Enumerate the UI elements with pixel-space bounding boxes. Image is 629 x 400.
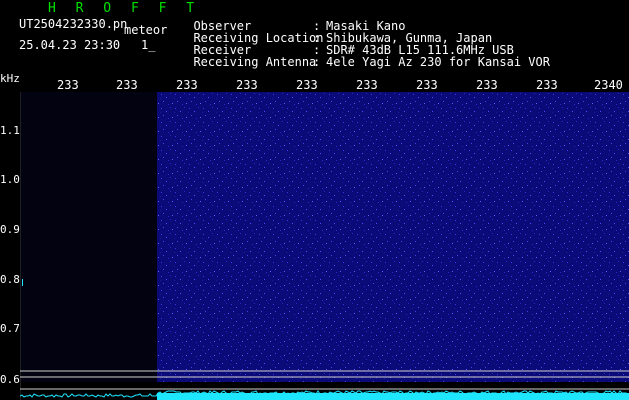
datetime: 25.04.23 23:30 [19,38,121,52]
x-tick: 233 [356,78,378,92]
waterfall-dark-region [20,92,157,382]
info-value: 4ele Yagi Az 230 for Kansai VOR [326,55,550,69]
x-tick: 233 [416,78,438,92]
x-tick: 233 [296,78,318,92]
file-name: UT2504232330.pn [19,17,128,31]
app-title: H R O F F T [48,1,201,16]
x-tick: 233 [476,78,498,92]
y-tick: 1.0 [0,173,20,186]
x-tick: 233 [176,78,198,92]
x-tick: 233 [236,78,258,92]
waterfall-noise-region [157,92,629,382]
counter: 1_ [141,38,156,52]
y-tick: 0.8 [0,273,20,286]
x-tick: 233 [116,78,138,92]
x-tick: 233 [57,78,79,92]
y-tick: 0.6 [0,373,20,386]
waterfall-spectrogram [20,92,629,400]
meteor-label: meteor [124,23,168,37]
y-axis-unit: kHz [0,72,20,85]
y-tick: 1.1 [0,124,20,137]
x-tick: 2340 [594,78,623,92]
info-sep: : [313,55,321,69]
y-tick: 0.7 [0,322,20,335]
info-label: Receiving Antenna [193,55,317,69]
info-row-antenna: Receiving Antenna:4ele Yagi Az 230 for K… [179,41,550,69]
meteor-echo-mark [22,279,23,286]
signal-baseline-fill [157,393,629,400]
y-tick: 0.9 [0,223,20,236]
x-tick: 233 [536,78,558,92]
